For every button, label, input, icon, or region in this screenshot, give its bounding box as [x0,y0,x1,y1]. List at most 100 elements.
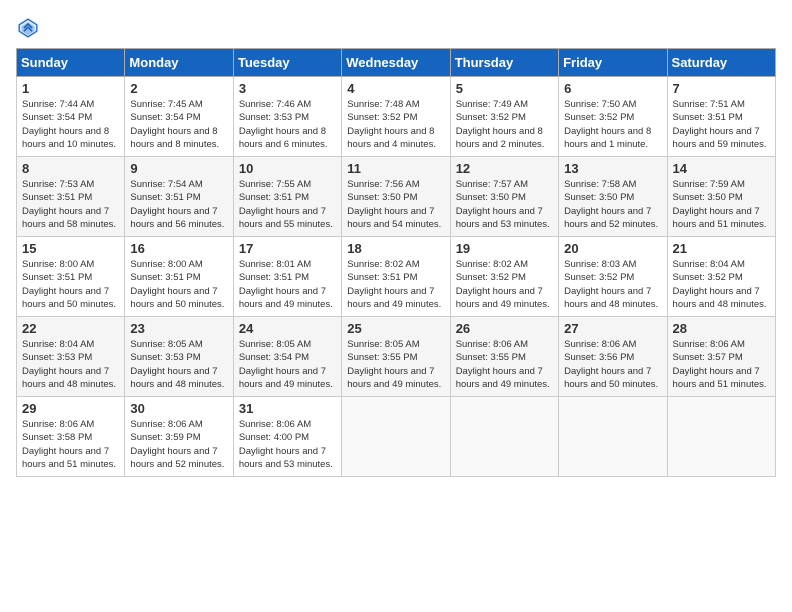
day-info: Sunrise: 8:06 AM Sunset: 3:58 PM Dayligh… [22,418,119,471]
day-number: 17 [239,241,336,256]
day-info: Sunrise: 8:05 AM Sunset: 3:55 PM Dayligh… [347,338,444,391]
day-info: Sunrise: 7:44 AM Sunset: 3:54 PM Dayligh… [22,98,119,151]
calendar-cell: 14 Sunrise: 7:59 AM Sunset: 3:50 PM Dayl… [667,157,775,237]
calendar-cell: 25 Sunrise: 8:05 AM Sunset: 3:55 PM Dayl… [342,317,450,397]
day-number: 22 [22,321,119,336]
day-info: Sunrise: 8:00 AM Sunset: 3:51 PM Dayligh… [22,258,119,311]
logo-icon [16,16,40,40]
day-info: Sunrise: 7:55 AM Sunset: 3:51 PM Dayligh… [239,178,336,231]
calendar-cell: 16 Sunrise: 8:00 AM Sunset: 3:51 PM Dayl… [125,237,233,317]
calendar-cell: 30 Sunrise: 8:06 AM Sunset: 3:59 PM Dayl… [125,397,233,477]
logo [16,16,44,40]
calendar-cell: 29 Sunrise: 8:06 AM Sunset: 3:58 PM Dayl… [17,397,125,477]
day-number: 29 [22,401,119,416]
day-info: Sunrise: 8:04 AM Sunset: 3:52 PM Dayligh… [673,258,770,311]
day-info: Sunrise: 7:56 AM Sunset: 3:50 PM Dayligh… [347,178,444,231]
day-number: 4 [347,81,444,96]
day-number: 11 [347,161,444,176]
day-info: Sunrise: 8:06 AM Sunset: 3:56 PM Dayligh… [564,338,661,391]
day-number: 27 [564,321,661,336]
calendar-cell: 11 Sunrise: 7:56 AM Sunset: 3:50 PM Dayl… [342,157,450,237]
calendar-cell: 26 Sunrise: 8:06 AM Sunset: 3:55 PM Dayl… [450,317,558,397]
calendar-cell [342,397,450,477]
calendar-week-row: 1 Sunrise: 7:44 AM Sunset: 3:54 PM Dayli… [17,77,776,157]
day-number: 24 [239,321,336,336]
calendar-cell: 8 Sunrise: 7:53 AM Sunset: 3:51 PM Dayli… [17,157,125,237]
day-info: Sunrise: 8:06 AM Sunset: 3:59 PM Dayligh… [130,418,227,471]
day-number: 16 [130,241,227,256]
calendar-header-row: SundayMondayTuesdayWednesdayThursdayFrid… [17,49,776,77]
day-info: Sunrise: 7:59 AM Sunset: 3:50 PM Dayligh… [673,178,770,231]
calendar-cell [667,397,775,477]
day-number: 3 [239,81,336,96]
day-info: Sunrise: 8:02 AM Sunset: 3:51 PM Dayligh… [347,258,444,311]
calendar-cell: 1 Sunrise: 7:44 AM Sunset: 3:54 PM Dayli… [17,77,125,157]
column-header-friday: Friday [559,49,667,77]
calendar-cell: 31 Sunrise: 8:06 AM Sunset: 4:00 PM Dayl… [233,397,341,477]
day-info: Sunrise: 8:04 AM Sunset: 3:53 PM Dayligh… [22,338,119,391]
day-info: Sunrise: 8:03 AM Sunset: 3:52 PM Dayligh… [564,258,661,311]
day-number: 1 [22,81,119,96]
day-number: 9 [130,161,227,176]
column-header-thursday: Thursday [450,49,558,77]
page-header [16,16,776,40]
day-number: 19 [456,241,553,256]
calendar-cell: 21 Sunrise: 8:04 AM Sunset: 3:52 PM Dayl… [667,237,775,317]
calendar-cell: 18 Sunrise: 8:02 AM Sunset: 3:51 PM Dayl… [342,237,450,317]
day-info: Sunrise: 7:53 AM Sunset: 3:51 PM Dayligh… [22,178,119,231]
calendar-week-row: 29 Sunrise: 8:06 AM Sunset: 3:58 PM Dayl… [17,397,776,477]
column-header-saturday: Saturday [667,49,775,77]
calendar-cell: 20 Sunrise: 8:03 AM Sunset: 3:52 PM Dayl… [559,237,667,317]
calendar-cell: 3 Sunrise: 7:46 AM Sunset: 3:53 PM Dayli… [233,77,341,157]
calendar-cell: 10 Sunrise: 7:55 AM Sunset: 3:51 PM Dayl… [233,157,341,237]
day-number: 8 [22,161,119,176]
calendar-cell [450,397,558,477]
day-number: 10 [239,161,336,176]
calendar-cell: 2 Sunrise: 7:45 AM Sunset: 3:54 PM Dayli… [125,77,233,157]
day-number: 18 [347,241,444,256]
day-number: 20 [564,241,661,256]
calendar-week-row: 8 Sunrise: 7:53 AM Sunset: 3:51 PM Dayli… [17,157,776,237]
calendar-table: SundayMondayTuesdayWednesdayThursdayFrid… [16,48,776,477]
day-info: Sunrise: 7:54 AM Sunset: 3:51 PM Dayligh… [130,178,227,231]
day-info: Sunrise: 8:05 AM Sunset: 3:54 PM Dayligh… [239,338,336,391]
day-info: Sunrise: 8:06 AM Sunset: 4:00 PM Dayligh… [239,418,336,471]
day-info: Sunrise: 7:51 AM Sunset: 3:51 PM Dayligh… [673,98,770,151]
calendar-week-row: 22 Sunrise: 8:04 AM Sunset: 3:53 PM Dayl… [17,317,776,397]
calendar-cell: 24 Sunrise: 8:05 AM Sunset: 3:54 PM Dayl… [233,317,341,397]
day-number: 23 [130,321,227,336]
day-number: 30 [130,401,227,416]
calendar-cell: 22 Sunrise: 8:04 AM Sunset: 3:53 PM Dayl… [17,317,125,397]
day-number: 28 [673,321,770,336]
calendar-cell: 28 Sunrise: 8:06 AM Sunset: 3:57 PM Dayl… [667,317,775,397]
day-info: Sunrise: 8:00 AM Sunset: 3:51 PM Dayligh… [130,258,227,311]
day-info: Sunrise: 7:57 AM Sunset: 3:50 PM Dayligh… [456,178,553,231]
calendar-cell: 6 Sunrise: 7:50 AM Sunset: 3:52 PM Dayli… [559,77,667,157]
column-header-monday: Monday [125,49,233,77]
calendar-cell: 5 Sunrise: 7:49 AM Sunset: 3:52 PM Dayli… [450,77,558,157]
day-info: Sunrise: 8:06 AM Sunset: 3:55 PM Dayligh… [456,338,553,391]
calendar-cell: 17 Sunrise: 8:01 AM Sunset: 3:51 PM Dayl… [233,237,341,317]
calendar-cell [559,397,667,477]
calendar-cell: 7 Sunrise: 7:51 AM Sunset: 3:51 PM Dayli… [667,77,775,157]
calendar-cell: 9 Sunrise: 7:54 AM Sunset: 3:51 PM Dayli… [125,157,233,237]
day-info: Sunrise: 7:58 AM Sunset: 3:50 PM Dayligh… [564,178,661,231]
day-number: 12 [456,161,553,176]
day-info: Sunrise: 7:48 AM Sunset: 3:52 PM Dayligh… [347,98,444,151]
day-info: Sunrise: 7:45 AM Sunset: 3:54 PM Dayligh… [130,98,227,151]
day-number: 13 [564,161,661,176]
column-header-sunday: Sunday [17,49,125,77]
calendar-cell: 15 Sunrise: 8:00 AM Sunset: 3:51 PM Dayl… [17,237,125,317]
day-info: Sunrise: 8:01 AM Sunset: 3:51 PM Dayligh… [239,258,336,311]
day-info: Sunrise: 8:06 AM Sunset: 3:57 PM Dayligh… [673,338,770,391]
day-number: 21 [673,241,770,256]
column-header-tuesday: Tuesday [233,49,341,77]
day-info: Sunrise: 7:49 AM Sunset: 3:52 PM Dayligh… [456,98,553,151]
day-info: Sunrise: 8:02 AM Sunset: 3:52 PM Dayligh… [456,258,553,311]
day-info: Sunrise: 7:46 AM Sunset: 3:53 PM Dayligh… [239,98,336,151]
day-number: 6 [564,81,661,96]
day-number: 15 [22,241,119,256]
day-number: 31 [239,401,336,416]
calendar-cell: 27 Sunrise: 8:06 AM Sunset: 3:56 PM Dayl… [559,317,667,397]
day-number: 7 [673,81,770,96]
